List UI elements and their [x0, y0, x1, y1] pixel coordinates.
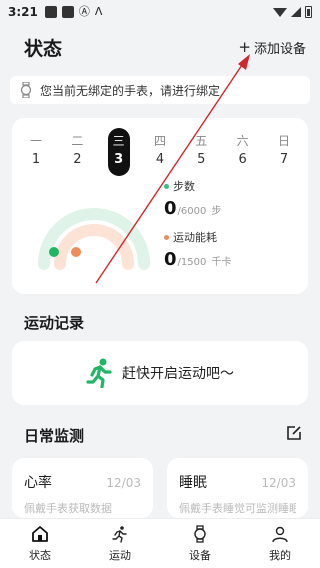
day-name: 五 [195, 134, 208, 148]
calories-value: 0 [164, 249, 177, 270]
week-selector: 一1二2三3四4五5六6日7 [12, 118, 308, 176]
tab-status[interactable]: 状态 [0, 519, 80, 568]
steps-unit: 步 [211, 206, 222, 217]
day-name: 四 [153, 134, 166, 148]
activity-gauge [38, 208, 150, 270]
bottom-tab-bar: 状态 运动 设备 我的 [0, 518, 320, 568]
status-time: 3:21 [8, 5, 38, 19]
watch-icon [20, 82, 32, 98]
start-workout-card[interactable]: 赶快开启运动吧～ [12, 341, 308, 405]
battery-icon [305, 6, 312, 18]
steps-target: /6000 [177, 206, 207, 217]
day-number: 7 [279, 152, 289, 167]
add-device-button[interactable]: + 添加设备 [238, 38, 306, 57]
day-number: 6 [238, 152, 247, 167]
tab-mine[interactable]: 我的 [240, 519, 320, 568]
day-number: 5 [197, 152, 206, 167]
day-name: 一 [29, 134, 42, 148]
day-number: 2 [73, 152, 82, 167]
sleep-date: 12/03 [261, 476, 296, 490]
steps-value: 0 [164, 198, 177, 219]
add-device-label: 添加设备 [253, 41, 306, 57]
monitor-title: 日常监测 [24, 427, 85, 445]
sleep-sub: 佩戴手表睡觉可监测睡眠 [179, 502, 296, 515]
wifi-icon [273, 7, 287, 17]
steps-label: 步数 [173, 180, 195, 193]
tab-mine-label: 我的 [269, 548, 291, 562]
day-number: 3 [114, 152, 124, 167]
plus-icon: + [238, 37, 251, 56]
tab-device[interactable]: 设备 [160, 519, 240, 568]
watch-icon [194, 524, 206, 543]
heart-rate-date: 12/03 [106, 476, 141, 490]
start-workout-text: 赶快开启运动吧～ [122, 366, 234, 382]
calories-gauge-marker [71, 247, 81, 257]
day-6[interactable]: 六6 [232, 132, 254, 176]
tab-device-label: 设备 [189, 548, 211, 562]
day-7[interactable]: 日7 [273, 132, 295, 176]
heart-rate-card[interactable]: 心率 12/03 佩戴手表获取数据 [12, 458, 153, 518]
tab-status-label: 状态 [29, 548, 51, 562]
calories-target: /1500 [177, 257, 207, 268]
person-icon [272, 526, 288, 542]
notification-square-icon [44, 6, 57, 18]
daily-summary-card: 一1二2三3四4五5六6日7 步数 0 /6000 步 运动能耗 0 /1500… [12, 118, 308, 294]
heart-rate-title: 心率 [24, 475, 52, 491]
sleep-card[interactable]: 睡眠 12/03 佩戴手表睡觉可监测睡眠 [167, 458, 308, 518]
day-name: 日 [277, 134, 290, 148]
run-icon [112, 525, 127, 543]
stats-panel: 步数 0 /6000 步 运动能耗 0 /1500 千卡 [164, 178, 231, 280]
tab-sport[interactable]: 运动 [80, 519, 160, 568]
a-icon: Ⓐ [78, 5, 90, 18]
home-icon [32, 525, 48, 542]
notice-text: 您当前无绑定的手表，请进行绑定 [40, 83, 221, 98]
signal-icon [291, 7, 301, 17]
heart-rate-sub: 佩戴手表获取数据 [24, 502, 112, 515]
page-title: 状态 [24, 37, 63, 60]
day-name: 六 [236, 134, 249, 148]
header: 状态 + 添加设备 [24, 34, 306, 60]
running-person-icon [86, 358, 112, 388]
triangle-a-icon: Λ [94, 5, 103, 18]
calories-dot [164, 234, 169, 240]
records-title: 运动记录 [24, 314, 85, 332]
day-number: 1 [31, 152, 41, 167]
calories-arc-track [54, 224, 134, 270]
edit-icon[interactable] [286, 425, 302, 441]
sleep-title: 睡眠 [179, 475, 207, 491]
day-name: 三 [112, 134, 125, 148]
tab-sport-label: 运动 [109, 548, 131, 562]
day-number: 4 [155, 152, 165, 167]
day-2[interactable]: 二2 [66, 132, 88, 176]
status-bar: 3:21 Ⓐ Λ [0, 0, 320, 24]
calories-label: 运动能耗 [173, 231, 217, 244]
bind-watch-notice[interactable]: 您当前无绑定的手表，请进行绑定 [10, 76, 310, 104]
day-1[interactable]: 一1 [25, 132, 47, 176]
steps-dot [164, 183, 169, 189]
day-5[interactable]: 五5 [190, 132, 212, 176]
day-name: 二 [71, 134, 84, 148]
notification-square-icon [61, 6, 74, 18]
calories-unit: 千卡 [211, 257, 232, 268]
day-3[interactable]: 三3 [107, 128, 130, 176]
steps-gauge-marker [49, 247, 59, 257]
day-4[interactable]: 四4 [149, 132, 171, 176]
